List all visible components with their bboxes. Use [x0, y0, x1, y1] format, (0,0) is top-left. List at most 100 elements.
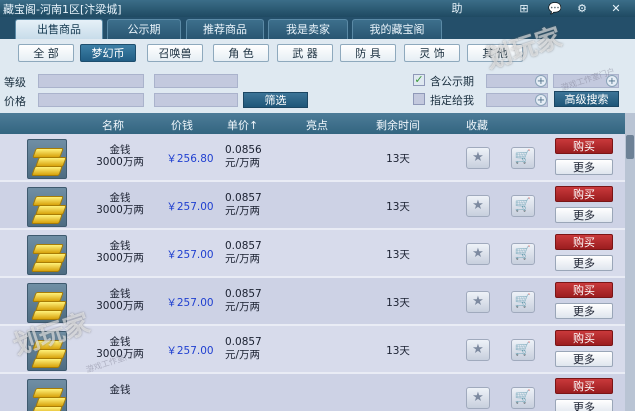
item-amount: 3000万两	[96, 156, 144, 168]
buy-button[interactable]: 购买	[555, 234, 613, 250]
gold-ingot-icon[interactable]	[27, 379, 67, 411]
table-row[interactable]: 金钱 3000万两 ￥257.00 0.0857 元/万两 13天 ★ 🛒 购买 更多	[0, 278, 625, 326]
settings-gear-icon[interactable]: ⚙	[573, 1, 591, 16]
cart-icon[interactable]: 🛒	[511, 147, 535, 169]
item-amount: 3000万两	[96, 204, 144, 216]
help-button[interactable]: 助	[448, 1, 466, 16]
include-public-checkbox[interactable]: ✓	[413, 74, 425, 86]
unit-price-value: 0.0857	[225, 336, 262, 348]
item-price: ￥257.00	[166, 297, 214, 309]
buy-button[interactable]: 购买	[555, 282, 613, 298]
cart-icon[interactable]: 🛒	[511, 339, 535, 361]
filter-panel: 等级 价格 筛选 ✓ 含公示期 + + 指定给我 + 高级搜索	[0, 65, 635, 113]
column-favorite: 收藏	[466, 119, 488, 132]
more-button[interactable]: 更多	[555, 255, 613, 271]
unit-price-label: 元/万两	[225, 253, 261, 265]
more-button[interactable]: 更多	[555, 159, 613, 175]
category-all[interactable]: 全 部	[18, 44, 74, 62]
tab-public[interactable]: 公示期	[107, 19, 181, 39]
remaining-time: 13天	[386, 249, 410, 261]
plus-icon[interactable]: +	[535, 75, 547, 87]
remaining-time: 13天	[386, 345, 410, 357]
unit-price-value: 0.0857	[225, 192, 262, 204]
unit-price-value: 0.0856	[225, 144, 262, 156]
star-icon[interactable]: ★	[466, 147, 490, 169]
item-name: 金钱	[109, 240, 131, 252]
level-label: 等级	[4, 76, 26, 89]
window-mode-icon[interactable]: ⊞	[515, 1, 533, 16]
buy-button[interactable]: 购买	[555, 378, 613, 394]
category-weapons[interactable]: 武 器	[277, 44, 333, 62]
star-icon[interactable]: ★	[466, 291, 490, 313]
tab-seller[interactable]: 我是卖家	[268, 19, 348, 39]
buy-button[interactable]: 购买	[555, 138, 613, 154]
level-min-input[interactable]	[38, 74, 144, 88]
filter-button[interactable]: 筛选	[243, 92, 308, 108]
unit-price-value: 0.0857	[225, 240, 262, 252]
item-name: 金钱	[109, 144, 131, 156]
category-pets[interactable]: 召唤兽	[147, 44, 203, 62]
gold-ingot-icon[interactable]	[27, 235, 67, 275]
cart-icon[interactable]: 🛒	[511, 243, 535, 265]
more-button[interactable]: 更多	[555, 399, 613, 411]
item-name: 金钱	[109, 288, 131, 300]
buy-button[interactable]: 购买	[555, 330, 613, 346]
designated-label: 指定给我	[430, 94, 474, 107]
column-name[interactable]: 名称	[102, 117, 124, 133]
window-title: 藏宝阁-河南1区[汴梁城]	[3, 3, 122, 16]
item-amount: 3000万两	[96, 252, 144, 264]
price-min-input[interactable]	[38, 93, 144, 107]
gold-ingot-icon[interactable]	[27, 187, 67, 227]
table-row[interactable]: 金钱 3000万两 ￥256.80 0.0856 元/万两 13天 ★ 🛒 购买更多	[0, 134, 625, 182]
star-icon[interactable]: ★	[466, 339, 490, 361]
table-row[interactable]: 金钱 ★ 🛒 购买更多	[0, 374, 625, 411]
cart-icon[interactable]: 🛒	[511, 387, 535, 409]
chat-icon[interactable]: 💬	[546, 1, 564, 16]
advanced-search-button[interactable]: 高级搜索	[554, 91, 619, 107]
star-icon[interactable]: ★	[466, 243, 490, 265]
scrollbar-thumb[interactable]	[626, 135, 634, 159]
designated-checkbox[interactable]	[413, 93, 425, 105]
scrollbar[interactable]	[625, 113, 635, 411]
more-button[interactable]: 更多	[555, 303, 613, 319]
remaining-time: 13天	[386, 297, 410, 309]
column-remaining-time[interactable]: 剩余时间	[376, 117, 420, 133]
cart-icon[interactable]: 🛒	[511, 291, 535, 313]
item-price: ￥257.00	[166, 249, 214, 261]
remaining-time: 13天	[386, 201, 410, 213]
item-price: ￥256.80	[166, 153, 214, 165]
gold-ingot-icon[interactable]	[27, 139, 67, 179]
column-highlights: 亮点	[306, 119, 328, 132]
column-price[interactable]: 价钱	[171, 117, 193, 133]
buy-button[interactable]: 购买	[555, 186, 613, 202]
item-price: ￥257.00	[166, 345, 214, 357]
tab-my-cbg[interactable]: 我的藏宝阁	[352, 19, 442, 39]
more-button[interactable]: 更多	[555, 207, 613, 223]
more-button[interactable]: 更多	[555, 351, 613, 367]
category-currency[interactable]: 梦幻币	[80, 44, 136, 62]
category-accessories[interactable]: 灵 饰	[404, 44, 460, 62]
category-characters[interactable]: 角 色	[213, 44, 269, 62]
unit-price-label: 元/万两	[225, 157, 261, 169]
tab-recommended[interactable]: 推荐商品	[186, 19, 264, 39]
price-label: 价格	[4, 95, 26, 108]
table-row[interactable]: 金钱 3000万两 ￥257.00 0.0857 元/万两 13天 ★ 🛒 购买更多	[0, 230, 625, 278]
unit-price-label: 元/万两	[225, 301, 261, 313]
column-unit-price[interactable]: 单价↑	[227, 117, 258, 133]
category-armor[interactable]: 防 具	[340, 44, 396, 62]
plus-icon[interactable]: +	[535, 94, 547, 106]
unit-price-label: 元/万两	[225, 349, 261, 361]
tab-selling[interactable]: 出售商品	[15, 19, 103, 39]
price-max-input[interactable]	[154, 93, 238, 107]
level-max-input[interactable]	[154, 74, 238, 88]
star-icon[interactable]: ★	[466, 387, 490, 409]
include-public-label: 含公示期	[430, 75, 474, 88]
close-icon[interactable]: ✕	[607, 1, 625, 16]
table-row[interactable]: 金钱 3000万两 ￥257.00 0.0857 元/万两 13天 ★ 🛒 购买 更多	[0, 182, 625, 230]
cart-icon[interactable]: 🛒	[511, 195, 535, 217]
item-name: 金钱	[109, 384, 131, 396]
star-icon[interactable]: ★	[466, 195, 490, 217]
remaining-time: 13天	[386, 153, 410, 165]
table-header: 名称 价钱 单价↑ 亮点 剩余时间 收藏	[0, 113, 625, 134]
unit-price-value: 0.0857	[225, 288, 262, 300]
